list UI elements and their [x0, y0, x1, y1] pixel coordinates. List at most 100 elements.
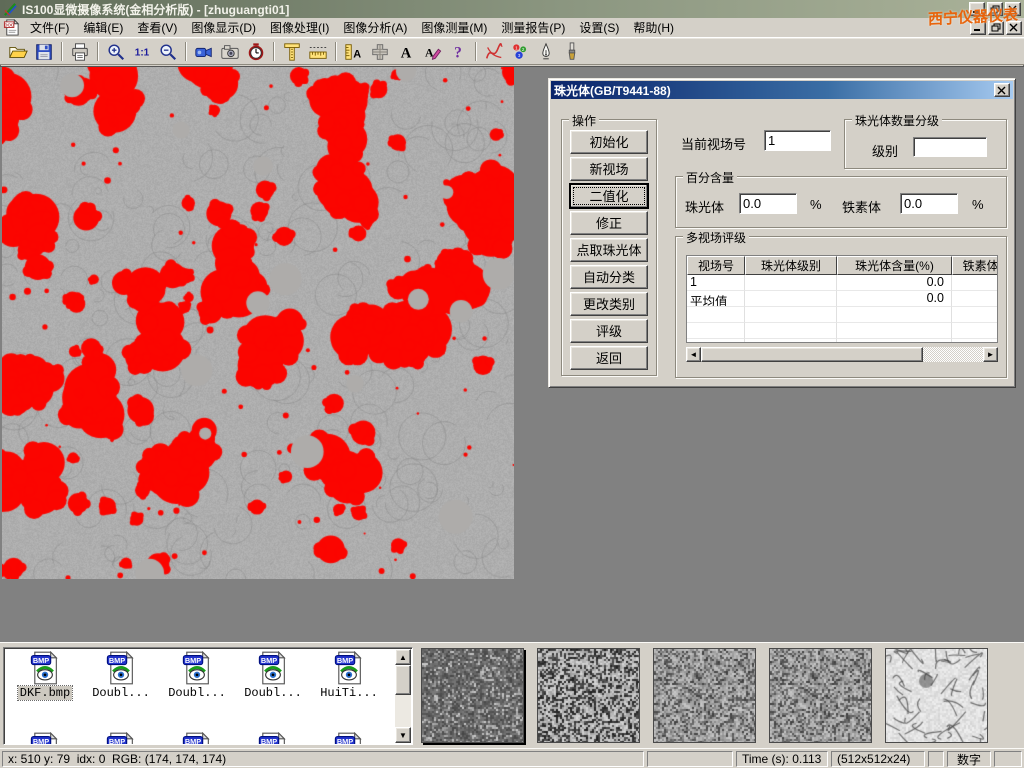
thumbnail-strip: [421, 648, 988, 743]
scroll-down-icon[interactable]: ▼: [395, 727, 411, 743]
file-item[interactable]: BMPDoubl...: [83, 651, 159, 700]
current-field-input[interactable]: [764, 130, 831, 151]
scrollbar-track[interactable]: [923, 347, 983, 362]
grid-cross-icon[interactable]: [367, 40, 393, 63]
menu-item[interactable]: 图像处理(I): [263, 17, 336, 38]
table-header-cell[interactable]: 视场号: [687, 256, 745, 275]
table-row[interactable]: [687, 323, 997, 339]
menu-item[interactable]: 图像测量(M): [414, 17, 494, 38]
table-header-row: 视场号珠光体级别珠光体含量(%)铁素体含量(%): [687, 256, 997, 275]
zoom-in-icon[interactable]: [103, 40, 129, 63]
pen-nib-icon[interactable]: [533, 40, 559, 63]
scroll-right-icon[interactable]: ►: [983, 347, 998, 362]
thumbnail-image[interactable]: [653, 648, 756, 743]
auto-classify-button[interactable]: 自动分类: [570, 265, 648, 289]
mdi-close-button[interactable]: [1006, 21, 1022, 35]
thumbnail-image[interactable]: [885, 648, 988, 743]
ruler-icon[interactable]: [305, 40, 331, 63]
menu-item[interactable]: 测量报告(P): [494, 17, 572, 38]
print-icon[interactable]: [67, 40, 93, 63]
window-close-button[interactable]: [1005, 2, 1021, 16]
toolbar: 1:1AAA?123: [0, 38, 1024, 65]
table-header-cell[interactable]: 铁素体含量(%): [952, 256, 998, 275]
pick-pearlite-button[interactable]: 点取珠光体: [570, 238, 648, 262]
file-item[interactable]: BMPDKF.bmp: [7, 651, 83, 700]
table-row[interactable]: [687, 307, 997, 323]
file-item[interactable]: BMPDoubl...: [159, 651, 235, 700]
rate-button[interactable]: 评级: [570, 319, 648, 343]
window-minimize-button[interactable]: [969, 2, 985, 16]
multi-field-table[interactable]: 视场号珠光体级别珠光体含量(%)铁素体含量(%) 10.0平均值0.0: [686, 255, 998, 343]
menu-item[interactable]: 图像分析(A): [336, 17, 414, 38]
initialize-button[interactable]: 初始化: [570, 130, 648, 154]
change-class-button[interactable]: 更改类别: [570, 292, 648, 316]
grade-group-label: 珠光体数量分级: [852, 112, 942, 129]
file-item[interactable]: BMPDoubl...: [235, 651, 311, 700]
window-titlebar[interactable]: IS100显微摄像系统(金相分析版) - [zhuguangti01]: [0, 0, 1024, 18]
file-name: HuiTi...: [318, 686, 380, 700]
table-row[interactable]: [687, 339, 997, 343]
classify-balls-icon[interactable]: 123: [507, 40, 533, 63]
dialog-close-button[interactable]: [994, 83, 1010, 97]
table-header-cell[interactable]: 珠光体含量(%): [837, 256, 952, 275]
file-item[interactable]: BMP: [311, 732, 387, 745]
paintbrush-icon[interactable]: [559, 40, 585, 63]
menu-item[interactable]: 编辑(E): [76, 17, 130, 38]
timer-clock-icon[interactable]: [243, 40, 269, 63]
dialog-titlebar[interactable]: 珠光体(GB/T9441-88): [551, 81, 1013, 99]
pearlite-label: 珠光体: [685, 197, 724, 216]
actual-size-icon[interactable]: 1:1: [129, 40, 155, 63]
video-camera-icon[interactable]: [191, 40, 217, 63]
open-folder-icon[interactable]: [5, 40, 31, 63]
correct-button[interactable]: 修正: [570, 211, 648, 235]
edit-text-icon[interactable]: A: [419, 40, 445, 63]
file-item[interactable]: BMP: [235, 732, 311, 745]
thumbnail-image[interactable]: [421, 648, 524, 743]
grade-input[interactable]: [913, 137, 987, 157]
scrollbar-thumb[interactable]: [395, 665, 411, 695]
table-row[interactable]: 平均值0.0: [687, 291, 997, 307]
text-label-icon[interactable]: A: [393, 40, 419, 63]
toolbar-separator: [61, 42, 63, 61]
table-horizontal-scrollbar[interactable]: ◄ ►: [686, 347, 998, 362]
table-header-cell[interactable]: 珠光体级别: [745, 256, 837, 275]
scroll-up-icon[interactable]: ▲: [395, 649, 411, 665]
menu-item[interactable]: 查看(V): [130, 17, 184, 38]
file-item[interactable]: BMP: [159, 732, 235, 745]
zoom-out-icon[interactable]: [155, 40, 181, 63]
ferrite-percent-input[interactable]: [900, 193, 958, 214]
window-restore-button[interactable]: [987, 2, 1003, 16]
scroll-left-icon[interactable]: ◄: [686, 347, 701, 362]
new-field-button[interactable]: 新视场: [570, 157, 648, 181]
menu-item[interactable]: 设置(S): [572, 17, 626, 38]
scrollbar-thumb[interactable]: [701, 347, 923, 362]
spline-curve-icon[interactable]: [481, 40, 507, 63]
svg-text:BMP: BMP: [109, 737, 125, 745]
measure-text-icon[interactable]: A: [341, 40, 367, 63]
file-item[interactable]: BMP: [83, 732, 159, 745]
toolbar-separator: [335, 42, 337, 61]
micrograph-image[interactable]: [2, 67, 514, 579]
return-button[interactable]: 返回: [570, 346, 648, 370]
help-icon[interactable]: ?: [445, 40, 471, 63]
capture-camera-icon[interactable]: [217, 40, 243, 63]
app-icon[interactable]: [3, 2, 18, 17]
table-row[interactable]: 10.0: [687, 275, 997, 291]
document-icon[interactable]: DOC: [3, 19, 20, 36]
save-icon[interactable]: [31, 40, 57, 63]
bmp-file-icon: BMP: [258, 651, 288, 685]
mdi-minimize-button[interactable]: [970, 21, 986, 35]
menu-item[interactable]: 图像显示(D): [184, 17, 263, 38]
pearlite-percent-input[interactable]: [739, 193, 797, 214]
menu-item[interactable]: 文件(F): [23, 17, 76, 38]
binarize-button[interactable]: 二值化: [570, 184, 648, 208]
file-item[interactable]: BMPHuiTi...: [311, 651, 387, 700]
thumbnail-image[interactable]: [537, 648, 640, 743]
file-item[interactable]: BMP: [7, 732, 83, 745]
caliper-icon[interactable]: [279, 40, 305, 63]
file-vertical-scrollbar[interactable]: ▲ ▼: [395, 649, 411, 743]
svg-text:DOC: DOC: [4, 22, 14, 27]
menu-item[interactable]: 帮助(H): [626, 17, 681, 38]
mdi-restore-button[interactable]: [988, 21, 1004, 35]
thumbnail-image[interactable]: [769, 648, 872, 743]
